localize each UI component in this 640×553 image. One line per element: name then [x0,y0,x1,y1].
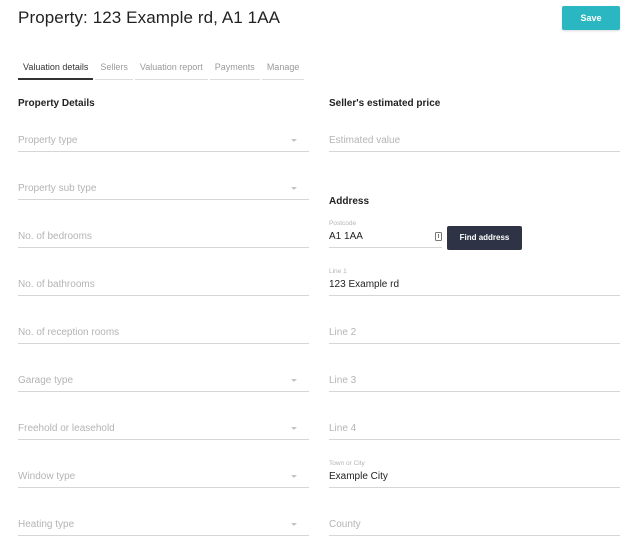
address-line1-input[interactable]: Line 1 123 Example rd [329,268,620,296]
property-type-select[interactable]: Property type [18,130,309,152]
address-line3-input[interactable]: Line 3 [329,370,620,392]
bathrooms-input[interactable]: No. of bathrooms [18,274,309,296]
save-button[interactable]: Save [562,6,620,30]
estimated-price-heading: Seller's estimated price [329,98,441,109]
garage-type-select[interactable]: Garage type [18,370,309,392]
chevron-down-icon [291,379,297,382]
town-input[interactable]: Town or City Example City [329,460,620,488]
town-value: Example City [329,471,388,482]
window-type-placeholder: Window type [18,471,76,482]
bathrooms-placeholder: No. of bathrooms [18,279,95,290]
postcode-label: Postcode [329,220,357,227]
tenure-placeholder: Freehold or leasehold [18,423,115,434]
chevron-down-icon [291,523,297,526]
chevron-down-icon [291,187,297,190]
line1-value: 123 Example rd [329,279,400,290]
garage-type-placeholder: Garage type [18,375,74,386]
estimated-value-input[interactable]: Estimated value [329,130,620,152]
chevron-down-icon [291,139,297,142]
tab-valuation-report[interactable]: Valuation report [134,58,208,80]
chevron-down-icon [291,427,297,430]
bedrooms-input[interactable]: No. of bedrooms [18,226,309,248]
chevron-down-icon [291,475,297,478]
heating-type-placeholder: Heating type [18,519,75,530]
line4-placeholder: Line 4 [329,423,357,434]
reception-rooms-placeholder: No. of reception rooms [18,327,120,338]
address-line2-input[interactable]: Line 2 [329,322,620,344]
county-placeholder: County [329,519,361,530]
tab-bar: Valuation details Sellers Valuation repo… [18,58,306,80]
heating-type-select[interactable]: Heating type [18,514,309,536]
find-address-button[interactable]: Find address [447,226,522,250]
postcode-input[interactable]: Postcode A1 1AA [329,220,442,248]
address-heading: Address [329,196,370,207]
window-type-select[interactable]: Window type [18,466,309,488]
estimated-value-placeholder: Estimated value [329,135,401,146]
county-input[interactable]: County [329,514,620,536]
tenure-select[interactable]: Freehold or leasehold [18,418,309,440]
tab-sellers[interactable]: Sellers [95,58,133,80]
line2-placeholder: Line 2 [329,327,357,338]
town-label: Town or City [329,460,365,467]
postcode-value: A1 1AA [329,231,363,242]
line1-label: Line 1 [329,268,347,275]
autofill-icon[interactable] [435,232,442,241]
address-line4-input[interactable]: Line 4 [329,418,620,440]
tab-payments[interactable]: Payments [209,58,260,80]
tab-manage[interactable]: Manage [261,58,305,80]
bedrooms-placeholder: No. of bedrooms [18,231,92,242]
property-sub-type-select[interactable]: Property sub type [18,178,309,200]
tab-valuation-details[interactable]: Valuation details [18,58,94,80]
property-sub-type-placeholder: Property sub type [18,183,97,194]
reception-rooms-input[interactable]: No. of reception rooms [18,322,309,344]
page-title: Property: 123 Example rd, A1 1AA [18,8,281,27]
line3-placeholder: Line 3 [329,375,357,386]
property-type-placeholder: Property type [18,135,78,146]
property-details-heading: Property Details [18,98,95,109]
